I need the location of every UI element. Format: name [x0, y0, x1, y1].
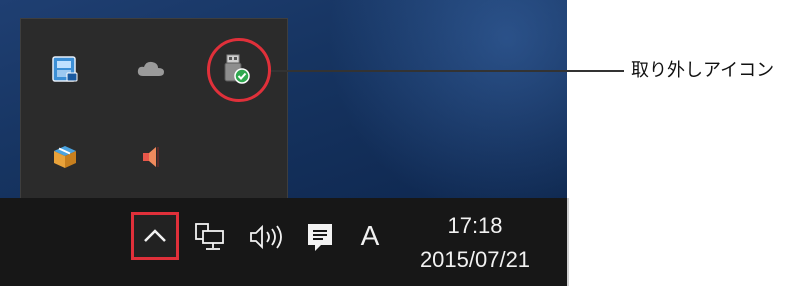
onedrive-cloud-icon[interactable]: [131, 49, 171, 89]
show-desktop-edge[interactable]: [567, 198, 569, 286]
network-wired-icon: [195, 223, 224, 250]
volume-button[interactable]: [244, 220, 292, 254]
chevron-up-icon: [144, 229, 166, 242]
keyboard-input-icon[interactable]: [45, 49, 85, 89]
clock-date: 2015/07/21: [419, 247, 531, 272]
clock-time: 17:18: [447, 213, 503, 238]
notification-message-icon: [308, 224, 332, 251]
callout-label: 取り外しアイコン: [631, 60, 775, 81]
highlight-circle: [207, 38, 271, 102]
callout-leader-line: [271, 70, 624, 72]
package-box-icon[interactable]: [45, 137, 85, 177]
network-button[interactable]: [190, 220, 230, 254]
speaker-muted-icon[interactable]: [131, 137, 171, 177]
taskbar: A 17:18 2015/07/21: [0, 198, 567, 286]
show-hidden-icons-button[interactable]: [131, 212, 179, 260]
desktop-glow: [327, 0, 567, 220]
desktop-background: A 17:18 2015/07/21: [0, 0, 567, 286]
input-language-indicator[interactable]: A: [352, 216, 388, 256]
action-center-button[interactable]: [300, 218, 340, 256]
speaker-volume-icon: [250, 224, 282, 250]
clock[interactable]: 17:18 2015/07/21: [400, 208, 550, 278]
